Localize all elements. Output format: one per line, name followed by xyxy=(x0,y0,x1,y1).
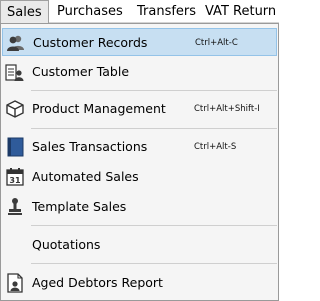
menu-item-label: Customer Records xyxy=(33,35,148,50)
menu-item-customer-records[interactable]: Customer Records Ctrl+Alt-C xyxy=(2,28,277,56)
calendar-icon-text: 31 xyxy=(9,176,21,185)
menu-separator xyxy=(31,263,277,264)
menu-item-label: Template Sales xyxy=(32,199,127,214)
stamp-icon xyxy=(5,197,25,217)
menu-item-shortcut: Ctrl+Alt-C xyxy=(195,38,238,48)
menu-item-label: Customer Table xyxy=(32,64,130,79)
product-box-icon xyxy=(5,99,25,119)
menu-item-label: Automated Sales xyxy=(32,169,139,184)
menu-item-aged-debtors-report[interactable]: Aged Debtors Report xyxy=(2,269,277,297)
menu-item-product-management[interactable]: Product Management Ctrl+Alt+Shift-I xyxy=(2,95,277,123)
menu-item-shortcut: Ctrl+Alt-S xyxy=(194,142,237,152)
menu-purchases[interactable]: Purchases xyxy=(57,0,123,23)
sales-dropdown-menu: Customer Records Ctrl+Alt-C Customer Tab… xyxy=(0,23,279,301)
menu-separator xyxy=(31,128,277,129)
menu-item-label: Product Management xyxy=(32,101,166,116)
calendar-icon: 31 xyxy=(5,167,25,187)
menu-item-automated-sales[interactable]: 31 Automated Sales xyxy=(2,163,277,191)
report-icon xyxy=(5,273,25,293)
menu-item-sales-transactions[interactable]: Sales Transactions Ctrl+Alt-S xyxy=(2,133,277,161)
customers-icon xyxy=(6,33,26,53)
menu-transfers[interactable]: Transfers xyxy=(137,0,196,23)
menu-bar: Sales Purchases Transfers VAT Return xyxy=(0,0,279,24)
menu-item-label: Aged Debtors Report xyxy=(32,275,163,290)
menu-separator xyxy=(31,225,277,226)
menu-item-template-sales[interactable]: Template Sales xyxy=(2,193,277,221)
menu-vat-return[interactable]: VAT Return xyxy=(205,0,276,23)
menu-item-quotations[interactable]: Quotations xyxy=(2,231,277,259)
menu-item-shortcut: Ctrl+Alt+Shift-I xyxy=(194,104,260,114)
menu-item-label: Quotations xyxy=(32,237,101,252)
menu-item-label: Sales Transactions xyxy=(32,139,148,154)
menu-sales[interactable]: Sales xyxy=(0,0,49,24)
menu-item-customer-table[interactable]: Customer Table xyxy=(2,58,277,86)
customer-table-icon xyxy=(5,62,25,82)
menu-separator xyxy=(31,90,277,91)
ledger-book-icon xyxy=(5,137,25,157)
